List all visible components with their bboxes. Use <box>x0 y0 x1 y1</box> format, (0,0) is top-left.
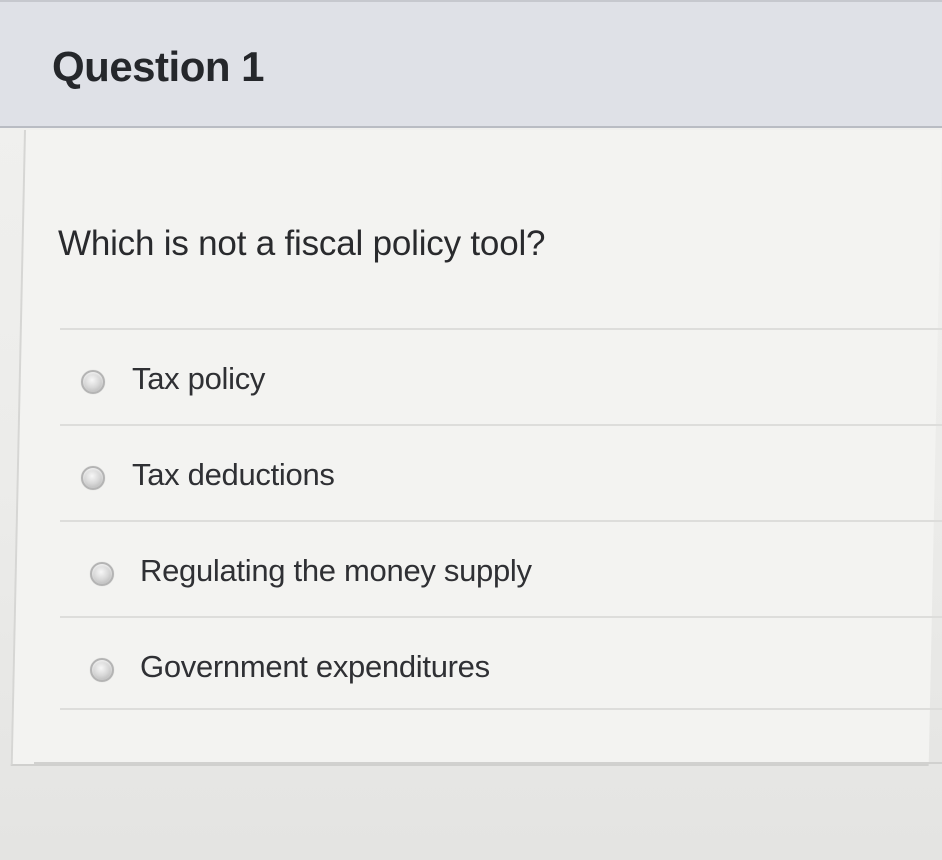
answer-options: Tax policy Tax deductions Regulating the… <box>60 328 942 728</box>
answer-label[interactable]: Tax deductions <box>132 459 335 490</box>
answer-label[interactable]: Tax policy <box>132 363 265 394</box>
answer-option-tax-policy[interactable]: Tax policy <box>60 328 942 422</box>
answer-label[interactable]: Government expenditures <box>140 651 490 682</box>
question-card: Question 1 Which is not a fiscal policy … <box>0 0 942 768</box>
question-header: Question 1 <box>0 2 942 128</box>
radio-button-icon[interactable] <box>81 466 105 490</box>
answer-option-tax-deductions[interactable]: Tax deductions <box>60 424 942 518</box>
quiz-page: Question 1 Which is not a fiscal policy … <box>0 0 942 860</box>
answer-label[interactable]: Regulating the money supply <box>140 555 532 586</box>
radio-button-icon[interactable] <box>81 370 105 394</box>
radio-button-icon[interactable] <box>90 562 114 586</box>
answer-option-regulating-money-supply[interactable]: Regulating the money supply <box>60 520 942 614</box>
question-text: Which is not a fiscal policy tool? <box>58 224 546 263</box>
answer-option-government-expenditures[interactable]: Government expenditures <box>60 616 942 710</box>
question-title: Question 1 <box>52 43 265 90</box>
radio-button-icon[interactable] <box>90 658 114 682</box>
question-bottom-border <box>34 762 942 764</box>
